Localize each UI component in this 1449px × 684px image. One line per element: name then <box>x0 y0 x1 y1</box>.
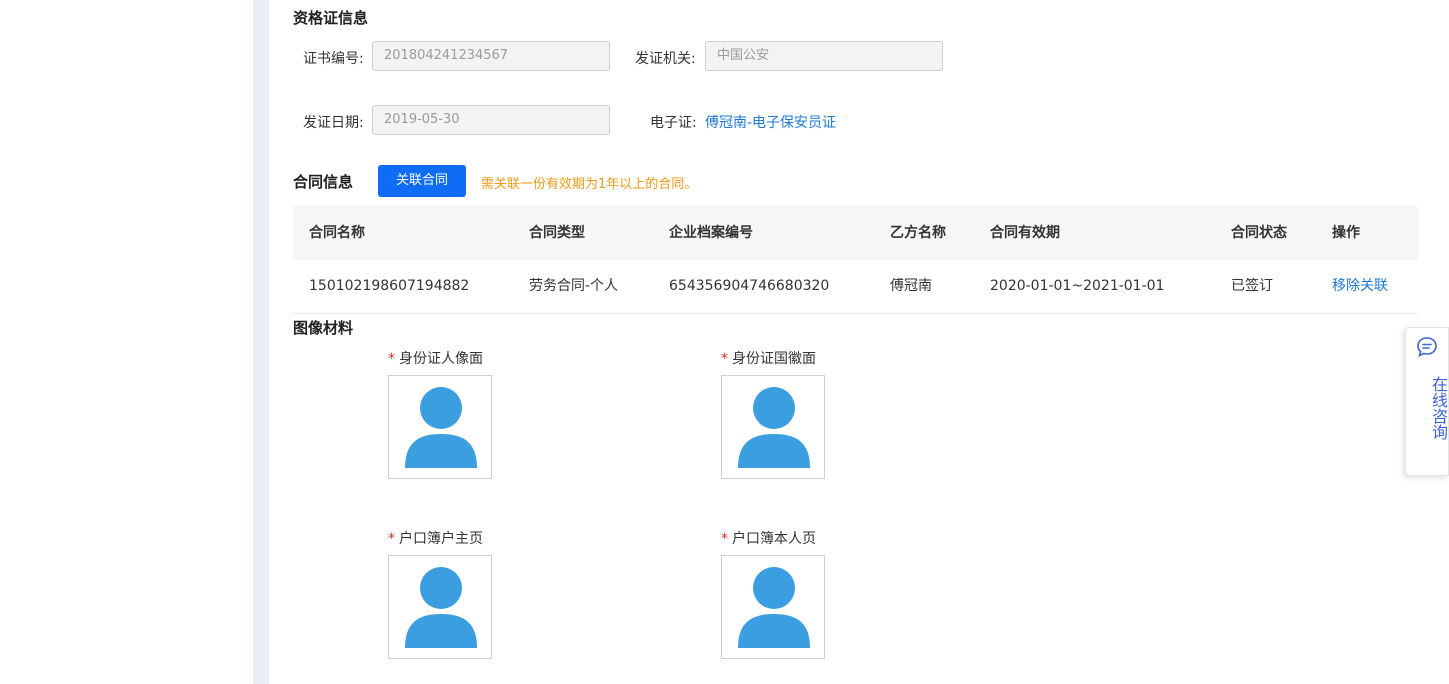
cert-no-label: 证书编号: <box>303 51 364 67</box>
qualification-section-title: 资格证信息 <box>293 9 369 27</box>
id-back-label-text: 身份证国徽面 <box>732 351 816 367</box>
contract-table-header: 合同名称 合同类型 企业档案编号 乙方名称 合同有效期 合同状态 操作 <box>293 206 1418 260</box>
col-contract-name: 合同名称 <box>309 225 365 241</box>
id-back-label: * 身份证国徽面 <box>721 348 816 368</box>
household-self-upload[interactable] <box>721 555 825 659</box>
user-avatar-icon <box>738 387 810 468</box>
ecert-link[interactable]: 傅冠南-电子保安员证 <box>705 112 836 132</box>
id-front-label: * 身份证人像面 <box>388 348 483 368</box>
online-consult-widget[interactable]: 在线咨询 <box>1405 327 1449 476</box>
id-front-label-text: 身份证人像面 <box>399 351 483 367</box>
consult-label: 在线咨询 <box>1429 376 1448 440</box>
household-head-label: * 户口簿户主页 <box>388 528 483 548</box>
col-contract-status: 合同状态 <box>1231 225 1287 241</box>
col-contract-type: 合同类型 <box>529 225 585 241</box>
chat-bubble-icon <box>1417 337 1437 357</box>
remove-link-action[interactable]: 移除关联 <box>1332 260 1388 313</box>
col-actions: 操作 <box>1332 225 1360 241</box>
table-row: 150102198607194882 劳务合同-个人 6543569047466… <box>293 260 1418 314</box>
required-mark: * <box>388 351 395 367</box>
col-valid-period: 合同有效期 <box>990 225 1060 241</box>
left-blank-area <box>0 0 253 684</box>
id-back-upload[interactable] <box>721 375 825 479</box>
cell-contract-type: 劳务合同-个人 <box>529 278 619 294</box>
cell-contract-name: 150102198607194882 <box>309 278 470 294</box>
col-party-b: 乙方名称 <box>890 225 946 241</box>
required-mark: * <box>721 351 728 367</box>
cell-party-b: 傅冠南 <box>890 278 932 294</box>
cert-no-field[interactable]: 201804241234567 <box>372 41 610 71</box>
contract-section-title: 合同信息 <box>293 173 354 191</box>
user-avatar-icon <box>405 387 477 468</box>
link-contract-button[interactable]: 关联合同 <box>378 165 466 197</box>
user-avatar-icon <box>738 567 810 648</box>
household-head-upload[interactable] <box>388 555 492 659</box>
issue-date-label: 发证日期: <box>303 115 364 131</box>
household-self-label: * 户口簿本人页 <box>721 528 816 548</box>
col-archive-no: 企业档案编号 <box>669 225 753 241</box>
required-mark: * <box>721 531 728 547</box>
issue-date-field[interactable]: 2019-05-30 <box>372 105 610 135</box>
household-head-label-text: 户口簿户主页 <box>399 531 483 547</box>
issuer-field[interactable]: 中国公安 <box>705 41 943 71</box>
issuer-label: 发证机关: <box>635 51 696 67</box>
cell-contract-status: 已签订 <box>1231 278 1273 294</box>
detail-panel: 资格证信息 证书编号: 201804241234567 发证机关: 中国公安 发… <box>269 0 1433 684</box>
household-self-label-text: 户口簿本人页 <box>732 531 816 547</box>
required-mark: * <box>388 531 395 547</box>
images-section-title: 图像材料 <box>293 319 354 337</box>
cell-valid-period: 2020-01-01~2021-01-01 <box>990 278 1165 294</box>
cell-archive-no: 654356904746680320 <box>669 278 830 294</box>
user-avatar-icon <box>405 567 477 648</box>
page-gutter <box>253 0 269 684</box>
id-front-upload[interactable] <box>388 375 492 479</box>
ecert-label: 电子证: <box>650 115 697 131</box>
contract-notice: 需关联一份有效期为1年以上的合同。 <box>481 177 698 192</box>
